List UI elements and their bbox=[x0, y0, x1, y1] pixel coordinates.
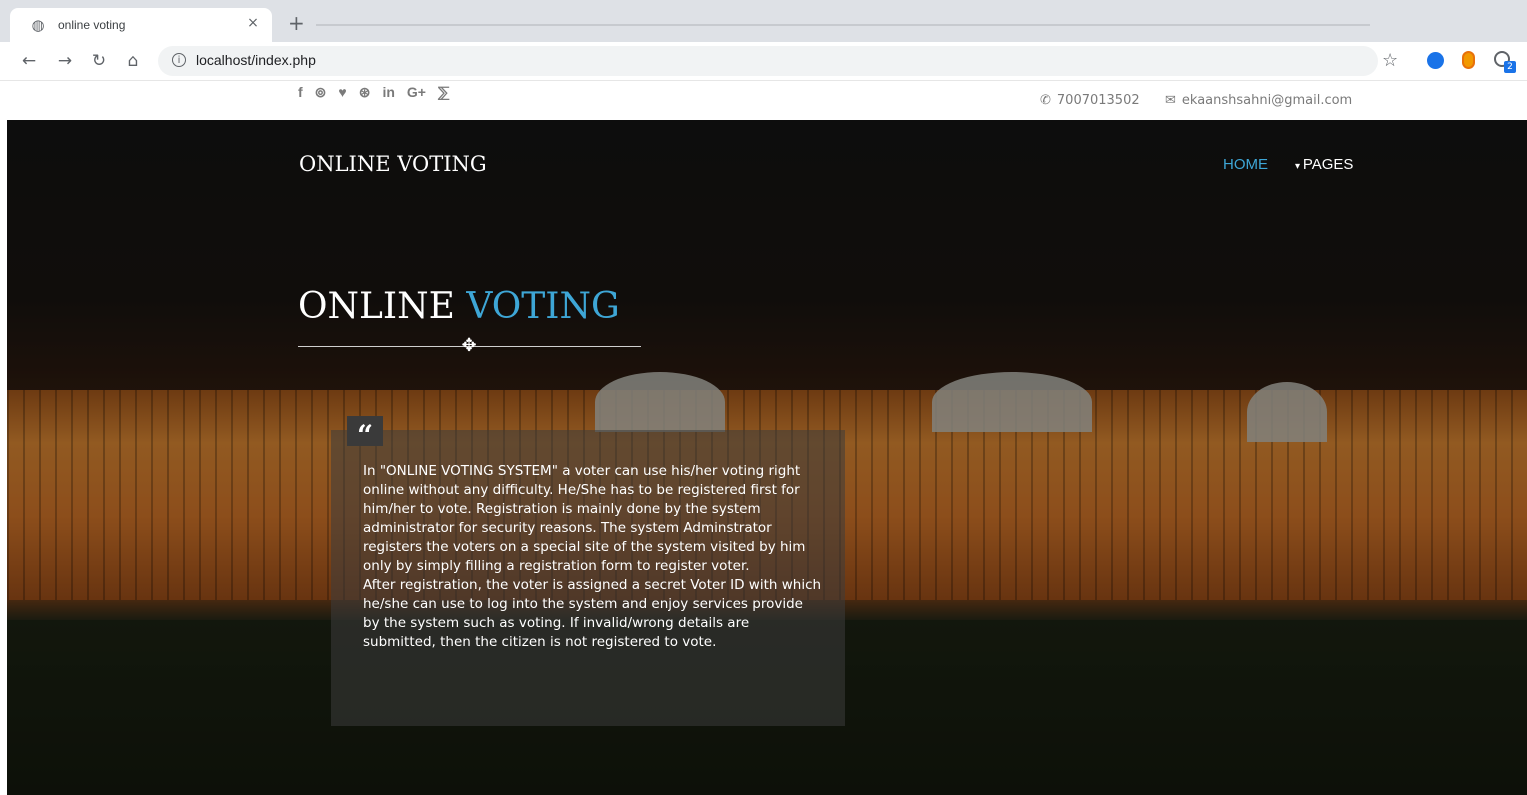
globe-icon: ◍ bbox=[31, 16, 45, 34]
quote-icon: “ bbox=[347, 416, 383, 452]
tab-title: online voting bbox=[58, 18, 126, 32]
hero-heading: ONLINE VOTING bbox=[298, 286, 620, 327]
move-cursor-icon: ✥ bbox=[461, 335, 477, 356]
nav-pages[interactable]: ▾ PAGES bbox=[1295, 156, 1353, 173]
phone-number: 7007013502 bbox=[1056, 93, 1140, 108]
star-icon[interactable]: ☆ bbox=[1382, 50, 1398, 72]
tab-strip-divider bbox=[316, 24, 1370, 26]
description-paragraph-1: In "ONLINE VOTING SYSTEM" a voter can us… bbox=[363, 463, 806, 574]
extension-badge-icon[interactable]: 2 bbox=[1494, 51, 1516, 73]
contact-email: ✉ ekaanshsahni@gmail.com bbox=[1165, 93, 1352, 108]
hero-section: ONLINE VOTING HOME ▾ PAGES ONLINE VOTING… bbox=[7, 120, 1527, 795]
home-icon[interactable]: ⌂ bbox=[122, 50, 144, 72]
reload-icon[interactable]: ↻ bbox=[88, 50, 110, 72]
nav-pages-label: PAGES bbox=[1302, 156, 1354, 173]
info-icon[interactable]: i bbox=[172, 53, 186, 67]
social-links: f ⊚ ♥ ⊛ in G+ ⅀ bbox=[298, 84, 449, 101]
pinterest-icon[interactable]: ⊚ bbox=[315, 84, 327, 101]
forward-arrow-icon[interactable]: → bbox=[54, 50, 76, 72]
google-plus-icon[interactable]: G+ bbox=[407, 84, 426, 101]
caret-down-icon: ▾ bbox=[1295, 161, 1303, 172]
twitter-icon[interactable]: ♥ bbox=[338, 84, 346, 101]
rss-icon[interactable]: ⅀ bbox=[438, 84, 449, 101]
browser-tab-bar: ◍ online voting × + bbox=[0, 0, 1527, 42]
extension-blue-icon[interactable] bbox=[1427, 52, 1444, 69]
site-top-bar: f ⊚ ♥ ⊛ in G+ ⅀ ✆ 7007013502 ✉ ekaanshsahn… bbox=[0, 81, 1527, 120]
browser-tab[interactable]: ◍ online voting × bbox=[10, 8, 272, 42]
email-address[interactable]: ekaanshsahni@gmail.com bbox=[1182, 93, 1352, 108]
description-text: In "ONLINE VOTING SYSTEM" a voter can us… bbox=[363, 462, 823, 652]
facebook-icon[interactable]: f bbox=[298, 84, 303, 101]
address-bar-url[interactable]: localhost/index.php bbox=[196, 52, 316, 68]
dribbble-icon[interactable]: ⊛ bbox=[359, 84, 371, 101]
extension-orange-icon[interactable] bbox=[1462, 51, 1475, 69]
nav-home[interactable]: HOME bbox=[1223, 156, 1268, 173]
browser-toolbar: ← → ↻ ⌂ i localhost/index.php ☆ bbox=[0, 42, 1527, 81]
plus-icon[interactable]: + bbox=[288, 13, 305, 33]
address-bar[interactable]: i localhost/index.php bbox=[158, 46, 1378, 76]
extension-badge-count: 2 bbox=[1504, 61, 1516, 73]
site-brand[interactable]: ONLINE VOTING bbox=[299, 152, 487, 176]
linkedin-icon[interactable]: in bbox=[382, 84, 394, 101]
close-icon[interactable]: × bbox=[246, 16, 260, 30]
description-paragraph-2: After registration, the voter is assigne… bbox=[363, 577, 822, 650]
envelope-icon: ✉ bbox=[1165, 93, 1176, 108]
phone-icon: ✆ bbox=[1040, 93, 1051, 108]
back-arrow-icon[interactable]: ← bbox=[18, 50, 40, 72]
contact-phone: ✆ 7007013502 bbox=[1040, 93, 1140, 108]
